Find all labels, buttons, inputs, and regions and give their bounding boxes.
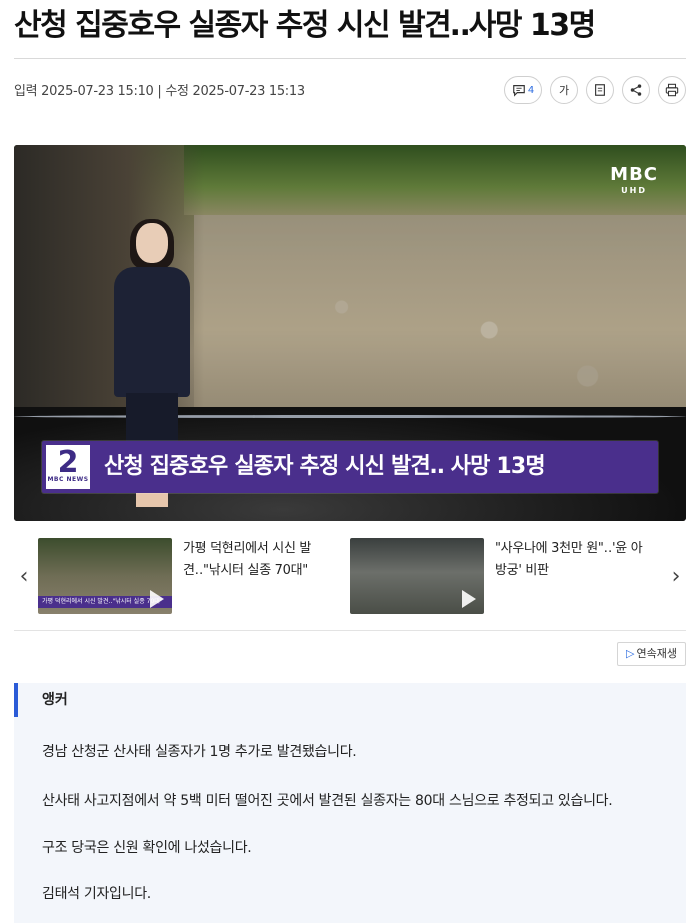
input-label: 입력 (14, 84, 38, 99)
modified-label: 수정 (165, 84, 189, 99)
mbc-logo-sub: UHD (621, 186, 647, 195)
chevron-left-icon: ‹ (19, 563, 29, 589)
article-paragraph: 김태석 기자입니다. (42, 886, 151, 902)
divider (14, 630, 686, 631)
lower-third-text: 산청 집중호우 실종자 추정 시신 발견‥ 사망 13명 (104, 454, 546, 479)
article-body: 앵커 경남 산청군 산사태 실종자가 1명 추가로 발견됐습니다. 산사태 사고… (14, 683, 686, 923)
channel-badge: 2 MBC NEWS (46, 445, 90, 489)
headline: 산청 집중호우 실종자 추정 시신 발견‥사망 13명 (14, 8, 596, 43)
article-paragraph: 구조 당국은 신원 확인에 나섰습니다. (42, 840, 252, 856)
comment-count: 4 (527, 84, 535, 96)
chevron-right-icon: › (671, 563, 681, 589)
section-accent-bar (14, 683, 18, 717)
carousel-next-button[interactable]: › (666, 562, 686, 590)
article-paragraph: 산사태 사고지점에서 약 5백 미터 떨어진 곳에서 발견된 실종자는 80대 … (42, 793, 613, 809)
channel-sub: MBC NEWS (47, 476, 89, 483)
article-tools: 4 가 (504, 76, 686, 104)
autoplay-label: 연속재생 (636, 647, 677, 660)
related-thumbnail[interactable]: 가평 덕현리에서 시신 발견‥"낚시터 실종 70대" (38, 538, 172, 614)
play-triangle-icon: ▷ (626, 647, 635, 660)
divider (14, 58, 686, 59)
input-time: 2025-07-23 15:10 (41, 84, 154, 99)
play-icon (150, 590, 164, 608)
lower-third-caption: 2 MBC NEWS 산청 집중호우 실종자 추정 시신 발견‥ 사망 13명 (42, 441, 658, 493)
mbc-logo: MBC UHD (610, 164, 658, 199)
related-item[interactable]: 가평 덕현리에서 시신 발견‥"낚시터 실종 70대" 가평 덕현리에서 시신 … (38, 536, 338, 616)
play-icon (462, 590, 476, 608)
related-title[interactable]: 가평 덕현리에서 시신 발견‥"낚시터 실종 70대" (183, 538, 333, 582)
print-icon (665, 83, 679, 97)
comment-icon (512, 85, 525, 97)
related-videos-carousel: ‹ 가평 덕현리에서 시신 발견‥"낚시터 실종 70대" 가평 덕현리에서 시… (14, 536, 686, 616)
related-thumbnail[interactable] (350, 538, 484, 614)
autoplay-button[interactable]: ▷ 연속재생 (617, 642, 686, 666)
meta-separator: | (157, 84, 162, 99)
modified-time: 2025-07-23 15:13 (192, 84, 305, 99)
related-item[interactable]: "사우나에 3천만 원"‥'윤 아방궁' 비판 (350, 536, 650, 616)
bookmark-icon (595, 84, 605, 96)
print-button[interactable] (658, 76, 686, 104)
share-button[interactable] (622, 76, 650, 104)
speaker-role: 앵커 (42, 692, 68, 708)
carousel-prev-button[interactable]: ‹ (14, 562, 34, 590)
font-size-icon: 가 (558, 84, 570, 97)
article-meta: 입력 2025-07-23 15:10 | 수정 2025-07-23 15:1… (14, 80, 305, 99)
bookmark-button[interactable] (586, 76, 614, 104)
share-icon (630, 84, 642, 96)
related-title[interactable]: "사우나에 3천만 원"‥'윤 아방궁' 비판 (495, 538, 645, 582)
comment-button[interactable]: 4 (504, 76, 542, 104)
article-paragraph: 경남 산청군 산사태 실종자가 1명 추가로 발견됐습니다. (42, 744, 357, 760)
video-player[interactable]: MBC UHD 2 MBC NEWS 산청 집중호우 실종자 추정 시신 발견‥… (14, 145, 686, 521)
channel-number: 2 (57, 445, 79, 480)
font-size-button[interactable]: 가 (550, 76, 578, 104)
mbc-logo-text: MBC (610, 164, 658, 185)
